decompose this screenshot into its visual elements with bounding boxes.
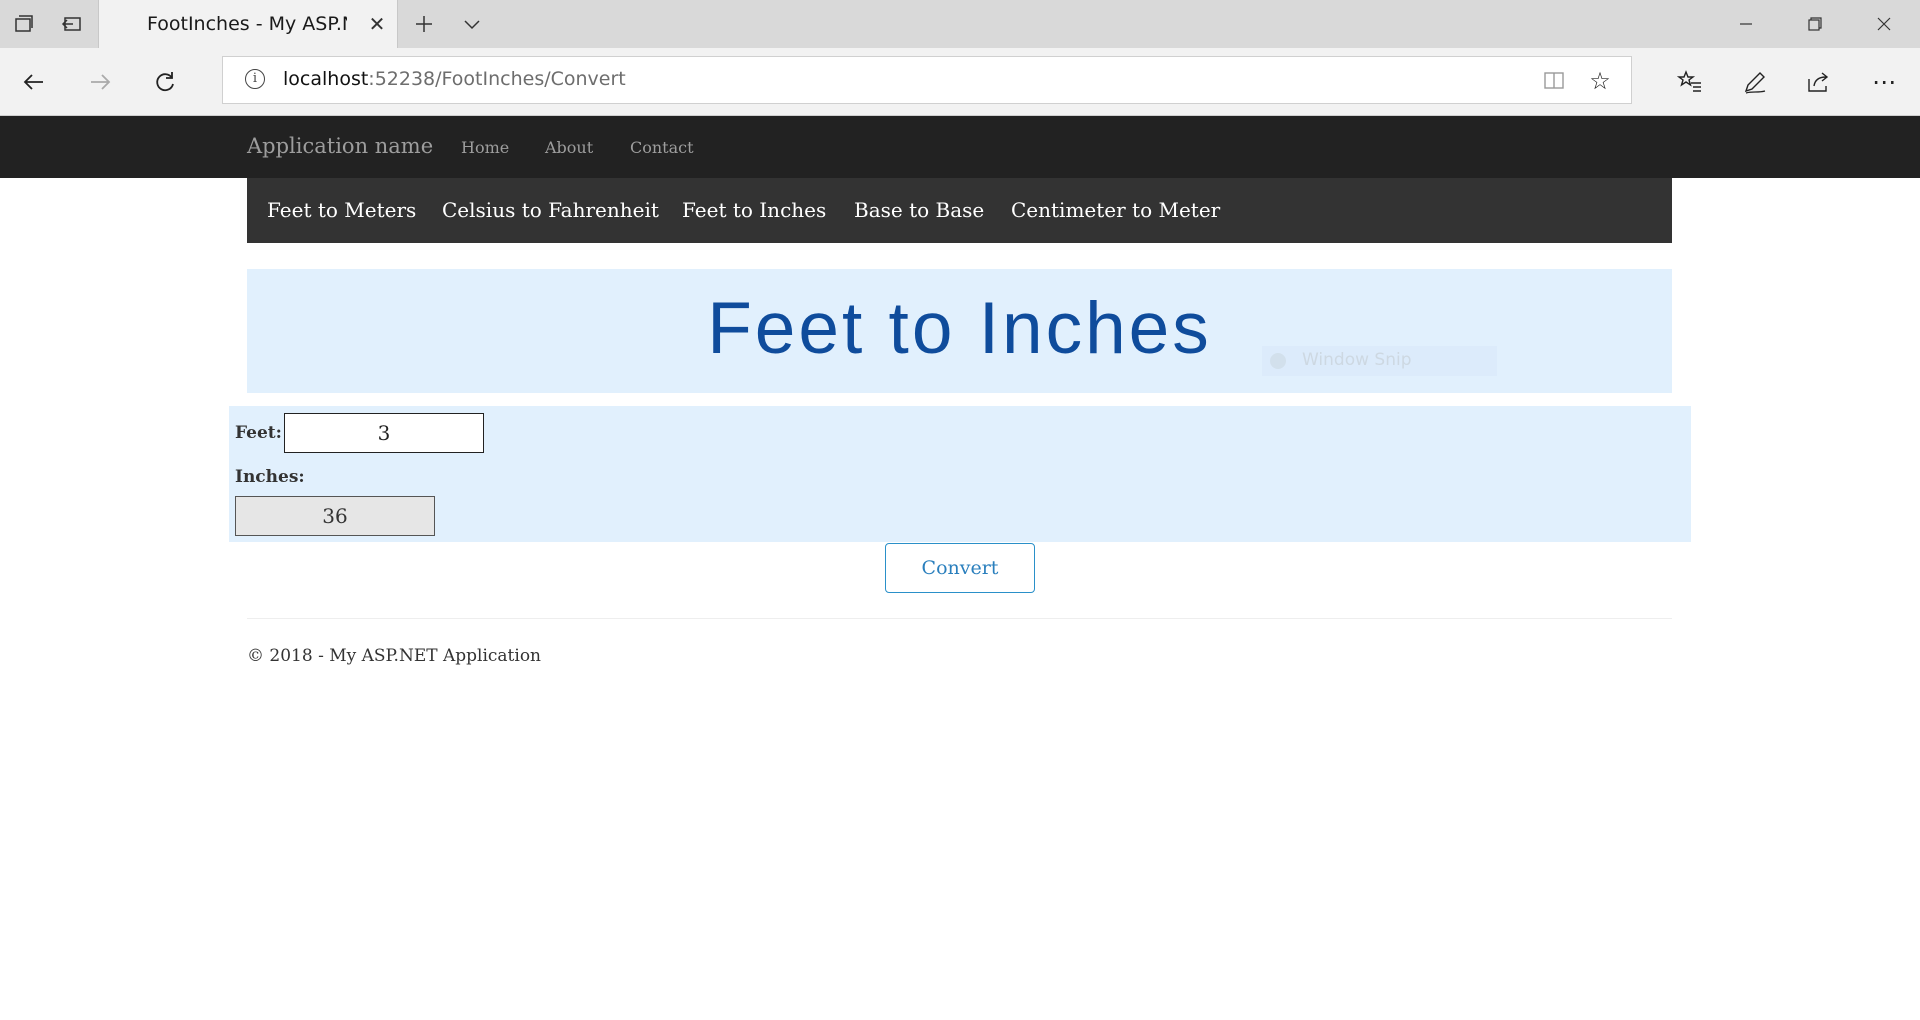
inches-output[interactable] bbox=[235, 496, 435, 536]
favorite-star-icon[interactable]: ☆ bbox=[1585, 66, 1615, 96]
forward-icon[interactable] bbox=[80, 62, 120, 102]
restore-icon[interactable] bbox=[1783, 0, 1847, 48]
nav-contact[interactable]: Contact bbox=[630, 138, 694, 157]
subnav-feet-to-meters[interactable]: Feet to Meters bbox=[267, 198, 416, 222]
url-text: localhost:52238/FootInches/Convert bbox=[283, 68, 626, 90]
reading-view-icon[interactable] bbox=[1541, 67, 1567, 93]
convert-button[interactable]: Convert bbox=[885, 543, 1035, 593]
site-brand[interactable]: Application name bbox=[247, 134, 433, 158]
info-icon[interactable]: i bbox=[245, 69, 265, 89]
more-icon[interactable]: ⋯ bbox=[1862, 62, 1906, 102]
subnav-base-to-base[interactable]: Base to Base bbox=[854, 198, 984, 222]
subnav-celsius-to-fahrenheit[interactable]: Celsius to Fahrenheit bbox=[442, 198, 659, 222]
feet-input[interactable] bbox=[284, 413, 484, 453]
favorites-icon[interactable] bbox=[1668, 62, 1712, 102]
subnav-centimeter-to-meter[interactable]: Centimeter to Meter bbox=[1011, 198, 1220, 222]
site-navbar: Application name Home About Contact bbox=[0, 116, 1920, 178]
refresh-icon[interactable] bbox=[145, 62, 185, 102]
footer-divider bbox=[247, 618, 1672, 619]
snip-label: Window Snip bbox=[1302, 350, 1412, 370]
inches-label: Inches: bbox=[235, 467, 305, 487]
close-icon[interactable] bbox=[1852, 0, 1916, 48]
browser-toolbar: i localhost:52238/FootInches/Convert ☆ ⋯ bbox=[0, 48, 1920, 116]
pen-icon[interactable] bbox=[1733, 62, 1777, 102]
converter-nav: Feet to Meters Celsius to Fahrenheit Fee… bbox=[247, 178, 1672, 243]
tab-title: FootInches - My ASP.NE bbox=[147, 13, 347, 35]
nav-home[interactable]: Home bbox=[461, 138, 509, 157]
footer-copyright: © 2018 - My ASP.NET Application bbox=[247, 646, 542, 666]
feet-label: Feet: bbox=[235, 423, 282, 443]
snip-icon bbox=[1270, 353, 1286, 369]
tab-close-icon[interactable]: ✕ bbox=[363, 10, 391, 38]
share-icon[interactable] bbox=[1797, 62, 1841, 102]
active-tab[interactable]: FootInches - My ASP.NE ✕ bbox=[98, 0, 398, 48]
nav-about[interactable]: About bbox=[545, 138, 593, 157]
address-bar[interactable]: i localhost:52238/FootInches/Convert ☆ bbox=[222, 56, 1632, 104]
browser-tab-bar: FootInches - My ASP.NE ✕ bbox=[0, 0, 1920, 48]
tab-dropdown-icon[interactable] bbox=[448, 0, 496, 48]
set-aside-icon[interactable] bbox=[48, 0, 96, 48]
back-icon[interactable] bbox=[14, 62, 54, 102]
window-snip-overlay: Window Snip bbox=[1262, 346, 1497, 376]
subnav-feet-to-inches[interactable]: Feet to Inches bbox=[682, 198, 826, 222]
conversion-form: Feet: Inches: bbox=[229, 406, 1691, 542]
new-tab-icon[interactable] bbox=[400, 0, 448, 48]
minimize-icon[interactable] bbox=[1714, 0, 1778, 48]
tab-list-icon[interactable] bbox=[0, 0, 48, 48]
